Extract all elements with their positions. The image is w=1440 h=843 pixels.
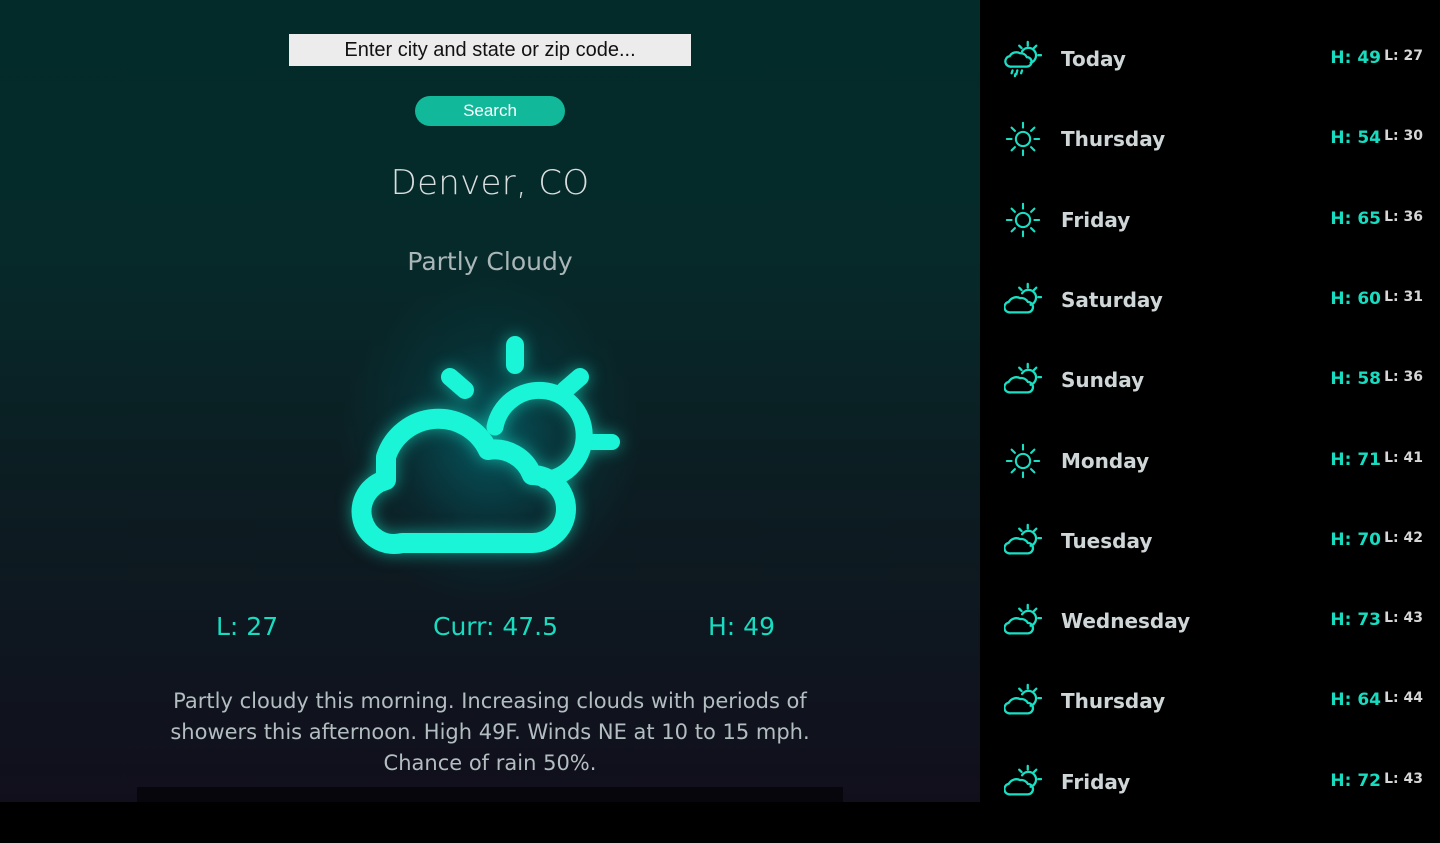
forecast-low: L: 43 — [1384, 610, 1423, 626]
sun-icon — [1004, 442, 1042, 480]
forecast-day-name: Wednesday — [1061, 609, 1190, 633]
forecast-day-row[interactable]: Friday H: 72L: 43 — [980, 763, 1440, 843]
forecast-day-name: Tuesday — [1061, 529, 1152, 553]
forecast-day-name: Monday — [1061, 449, 1149, 473]
forecast-day-row[interactable]: Thursday H: 64L: 44 — [980, 682, 1440, 762]
forecast-high: H: 58 — [1330, 369, 1381, 389]
forecast-low: L: 27 — [1384, 48, 1423, 64]
forecast-day-row[interactable]: Today H: 49 L: 27 — [980, 40, 1440, 120]
search-input[interactable] — [289, 34, 691, 66]
forecast-high: H: 49 — [1330, 48, 1381, 68]
forecast-high: H: 60 — [1330, 289, 1381, 309]
forecast-day-name: Friday — [1061, 208, 1130, 232]
bottom-bar — [137, 787, 843, 802]
forecast-high: H: 64 — [1330, 690, 1381, 710]
partly-cloudy-icon — [340, 325, 640, 575]
forecast-day-row[interactable]: Friday H: 65L: 36 — [980, 201, 1440, 281]
forecast-low: L: 43 — [1384, 771, 1423, 787]
forecast-day-row[interactable]: Sunday H: 58L: 36 — [980, 361, 1440, 441]
current-high-temp: H: 49 — [708, 612, 775, 641]
forecast-day-name: Today — [1061, 47, 1126, 71]
forecast-description: Partly cloudy this morning. Increasing c… — [130, 686, 850, 779]
forecast-low: L: 36 — [1384, 209, 1423, 225]
forecast-low: L: 31 — [1384, 289, 1423, 305]
forecast-low: L: 44 — [1384, 690, 1423, 706]
forecast-day-name: Saturday — [1061, 288, 1163, 312]
forecast-sidebar: Today H: 49 L: 27 Thursday H: 54L: 30 Frid… — [980, 0, 1440, 802]
current-temp: Curr: 47.5 — [433, 612, 558, 641]
forecast-day-row[interactable]: Tuesday H: 70L: 42 — [980, 522, 1440, 602]
forecast-day-row[interactable]: Monday H: 71L: 41 — [980, 442, 1440, 522]
forecast-high: H: 73 — [1330, 610, 1381, 630]
forecast-day-row[interactable]: Saturday H: 60L: 31 — [980, 281, 1440, 361]
forecast-day-name: Sunday — [1061, 368, 1144, 392]
partly-cloudy-icon — [1004, 281, 1042, 319]
partly-cloudy-icon — [1004, 602, 1042, 640]
forecast-day-name: Thursday — [1061, 689, 1165, 713]
current-low-temp: L: 27 — [216, 612, 278, 641]
forecast-high: H: 54 — [1330, 128, 1381, 148]
forecast-day-name: Friday — [1061, 770, 1130, 794]
forecast-low: L: 30 — [1384, 128, 1423, 144]
sun-icon — [1004, 120, 1042, 158]
current-condition: Partly Cloudy — [0, 247, 980, 276]
forecast-day-name: Thursday — [1061, 127, 1165, 151]
forecast-low: L: 36 — [1384, 369, 1423, 385]
forecast-low: L: 41 — [1384, 450, 1423, 466]
partly-cloudy-icon — [1004, 522, 1042, 560]
main-panel: Search Denver, CO Partly Cloudy L: 27 Cu… — [0, 0, 980, 802]
partly-cloudy-icon — [1004, 361, 1042, 399]
city-name: Denver, CO — [0, 163, 980, 203]
search-button[interactable]: Search — [415, 96, 565, 126]
rain-cloud-icon — [1004, 40, 1042, 78]
forecast-high: H: 71 — [1330, 450, 1381, 470]
partly-cloudy-icon — [1004, 682, 1042, 720]
forecast-high: H: 72 — [1330, 771, 1381, 791]
partly-cloudy-icon — [1004, 763, 1042, 801]
forecast-day-row[interactable]: Wednesday H: 73L: 43 — [980, 602, 1440, 682]
forecast-low: L: 42 — [1384, 530, 1423, 546]
forecast-high: H: 70 — [1330, 530, 1381, 550]
sun-icon — [1004, 201, 1042, 239]
forecast-day-row[interactable]: Thursday H: 54L: 30 — [980, 120, 1440, 200]
forecast-high: H: 65 — [1330, 209, 1381, 229]
